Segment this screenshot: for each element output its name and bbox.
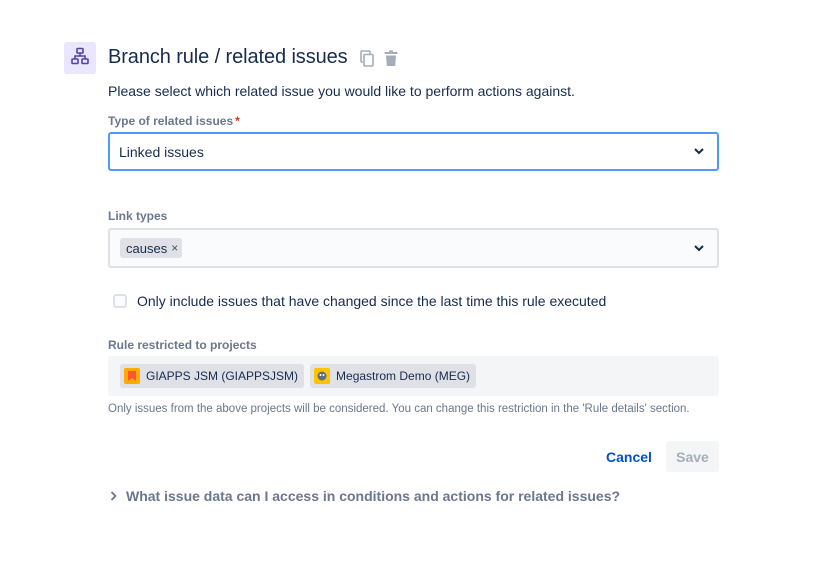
- page-title: Branch rule / related issues: [108, 46, 348, 68]
- only-changed-row: Only include issues that have changed si…: [113, 293, 606, 309]
- projects-label: Rule restricted to projects: [108, 338, 257, 352]
- remove-tag-icon[interactable]: ×: [171, 241, 178, 255]
- chevron-down-icon: [693, 242, 705, 254]
- save-button[interactable]: Save: [666, 441, 719, 472]
- copy-icon[interactable]: [358, 48, 376, 68]
- related-type-value: Linked issues: [119, 143, 204, 160]
- branch-rule-icon-box: [64, 42, 96, 74]
- related-type-select[interactable]: Linked issues: [108, 132, 719, 171]
- chevron-down-icon: [693, 146, 705, 158]
- description: Please select which related issue you wo…: [108, 83, 575, 99]
- link-type-tag: causes ×: [120, 238, 183, 258]
- link-types-label: Link types: [108, 209, 168, 223]
- trash-icon[interactable]: [382, 48, 400, 68]
- projects-helper-text: Only issues from the above projects will…: [108, 403, 690, 415]
- branch-hierarchy-icon: [71, 47, 89, 70]
- related-type-label-text: Type of related issues: [108, 114, 234, 128]
- project-avatar-icon: [124, 368, 140, 384]
- project-tag-label: Megastrom Demo (MEG): [336, 369, 471, 383]
- required-marker: *: [235, 114, 240, 128]
- cancel-button[interactable]: Cancel: [600, 441, 658, 472]
- related-type-label: Type of related issues *: [108, 114, 240, 128]
- link-types-select[interactable]: causes ×: [108, 228, 719, 268]
- project-tag-label: GIAPPS JSM (GIAPPSJSM): [146, 369, 299, 383]
- chevron-right-icon: [110, 491, 117, 501]
- projects-box: GIAPPS JSM (GIAPPSJSM) Megastrom Demo (M…: [108, 356, 719, 396]
- link-type-tag-label: causes: [126, 240, 168, 256]
- only-changed-checkbox[interactable]: [113, 294, 127, 308]
- title-actions: [358, 48, 400, 68]
- only-changed-label: Only include issues that have changed si…: [137, 293, 607, 309]
- project-tag: GIAPPS JSM (GIAPPSJSM): [120, 364, 305, 388]
- project-tag: Megastrom Demo (MEG): [310, 364, 477, 388]
- help-expander[interactable]: What issue data can I access in conditio…: [110, 488, 620, 504]
- help-expander-label: What issue data can I access in conditio…: [126, 488, 621, 504]
- project-avatar-icon: [314, 368, 331, 384]
